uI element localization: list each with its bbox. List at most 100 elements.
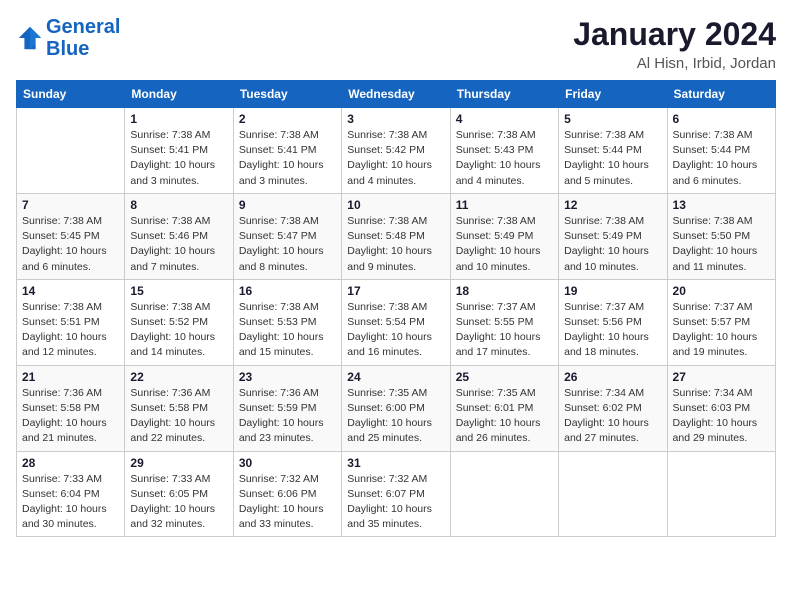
weekday-header-monday: Monday bbox=[125, 81, 233, 108]
calendar-week-row: 1 Sunrise: 7:38 AMSunset: 5:41 PMDaylight… bbox=[17, 108, 776, 194]
day-info: Sunrise: 7:38 AMSunset: 5:46 PMDaylight:… bbox=[130, 214, 227, 275]
day-number: 11 bbox=[456, 198, 553, 212]
day-info: Sunrise: 7:38 AMSunset: 5:52 PMDaylight:… bbox=[130, 300, 227, 361]
calendar-empty-cell bbox=[450, 451, 558, 537]
weekday-header-wednesday: Wednesday bbox=[342, 81, 450, 108]
day-info: Sunrise: 7:38 AMSunset: 5:51 PMDaylight:… bbox=[22, 300, 119, 361]
day-number: 12 bbox=[564, 198, 661, 212]
day-info: Sunrise: 7:38 AMSunset: 5:42 PMDaylight:… bbox=[347, 128, 444, 189]
day-info: Sunrise: 7:38 AMSunset: 5:54 PMDaylight:… bbox=[347, 300, 444, 361]
weekday-header-friday: Friday bbox=[559, 81, 667, 108]
day-number: 31 bbox=[347, 456, 444, 470]
day-info: Sunrise: 7:38 AMSunset: 5:49 PMDaylight:… bbox=[564, 214, 661, 275]
calendar-week-row: 7Sunrise: 7:38 AMSunset: 5:45 PMDaylight… bbox=[17, 193, 776, 279]
calendar-day-5: 5 Sunrise: 7:38 AMSunset: 5:44 PMDaylight… bbox=[559, 108, 667, 194]
day-number: 22 bbox=[130, 370, 227, 384]
weekday-header-saturday: Saturday bbox=[667, 81, 775, 108]
calendar-empty-cell bbox=[667, 451, 775, 537]
calendar-day-23: 23Sunrise: 7:36 AMSunset: 5:59 PMDayligh… bbox=[233, 365, 341, 451]
day-info: Sunrise: 7:38 AMSunset: 5:47 PMDaylight:… bbox=[239, 214, 336, 275]
day-info: Sunrise: 7:38 AMSunset: 5:43 PMDaylight:… bbox=[456, 128, 553, 189]
day-number: 23 bbox=[239, 370, 336, 384]
day-info: Sunrise: 7:33 AMSunset: 6:04 PMDaylight:… bbox=[22, 472, 119, 533]
calendar-day-10: 10Sunrise: 7:38 AMSunset: 5:48 PMDayligh… bbox=[342, 193, 450, 279]
day-info: Sunrise: 7:38 AMSunset: 5:41 PMDaylight:… bbox=[239, 128, 336, 189]
calendar-week-row: 28 Sunrise: 7:33 AMSunset: 6:04 PMDayligh… bbox=[17, 451, 776, 537]
day-info: Sunrise: 7:38 AMSunset: 5:49 PMDaylight:… bbox=[456, 214, 553, 275]
day-number: 1 bbox=[130, 112, 227, 126]
day-number: 18 bbox=[456, 284, 553, 298]
weekday-header-row: SundayMondayTuesdayWednesdayThursdayFrid… bbox=[17, 81, 776, 108]
calendar-table: SundayMondayTuesdayWednesdayThursdayFrid… bbox=[16, 80, 776, 537]
calendar-day-26: 26Sunrise: 7:34 AMSunset: 6:02 PMDayligh… bbox=[559, 365, 667, 451]
calendar-day-18: 18Sunrise: 7:37 AMSunset: 5:55 PMDayligh… bbox=[450, 279, 558, 365]
weekday-header-tuesday: Tuesday bbox=[233, 81, 341, 108]
calendar-day-2: 2Sunrise: 7:38 AMSunset: 5:41 PMDaylight… bbox=[233, 108, 341, 194]
page-header: General Blue January 2024 Al Hisn, Irbid… bbox=[16, 16, 776, 72]
day-info: Sunrise: 7:38 AMSunset: 5:45 PMDaylight:… bbox=[22, 214, 119, 275]
calendar-day-13: 13Sunrise: 7:38 AMSunset: 5:50 PMDayligh… bbox=[667, 193, 775, 279]
day-number: 5 bbox=[564, 112, 661, 126]
calendar-week-row: 14 Sunrise: 7:38 AMSunset: 5:51 PMDayligh… bbox=[17, 279, 776, 365]
calendar-day-15: 15 Sunrise: 7:38 AMSunset: 5:52 PMDayligh… bbox=[125, 279, 233, 365]
logo-text: General Blue bbox=[46, 16, 120, 60]
calendar-day-19: 19 Sunrise: 7:37 AMSunset: 5:56 PMDayligh… bbox=[559, 279, 667, 365]
calendar-day-4: 4 Sunrise: 7:38 AMSunset: 5:43 PMDaylight… bbox=[450, 108, 558, 194]
title-area: January 2024 Al Hisn, Irbid, Jordan bbox=[573, 16, 776, 72]
calendar-day-21: 21 Sunrise: 7:36 AMSunset: 5:58 PMDayligh… bbox=[17, 365, 125, 451]
day-number: 15 bbox=[130, 284, 227, 298]
calendar-day-29: 29Sunrise: 7:33 AMSunset: 6:05 PMDayligh… bbox=[125, 451, 233, 537]
day-number: 28 bbox=[22, 456, 119, 470]
calendar-day-25: 25Sunrise: 7:35 AMSunset: 6:01 PMDayligh… bbox=[450, 365, 558, 451]
calendar-day-27: 27 Sunrise: 7:34 AMSunset: 6:03 PMDayligh… bbox=[667, 365, 775, 451]
weekday-header-sunday: Sunday bbox=[17, 81, 125, 108]
day-number: 14 bbox=[22, 284, 119, 298]
day-number: 25 bbox=[456, 370, 553, 384]
day-number: 17 bbox=[347, 284, 444, 298]
day-info: Sunrise: 7:37 AMSunset: 5:57 PMDaylight:… bbox=[673, 300, 770, 361]
calendar-day-7: 7Sunrise: 7:38 AMSunset: 5:45 PMDaylight… bbox=[17, 193, 125, 279]
day-info: Sunrise: 7:36 AMSunset: 5:58 PMDaylight:… bbox=[130, 386, 227, 447]
day-info: Sunrise: 7:32 AMSunset: 6:06 PMDaylight:… bbox=[239, 472, 336, 533]
calendar-week-row: 21 Sunrise: 7:36 AMSunset: 5:58 PMDayligh… bbox=[17, 365, 776, 451]
day-info: Sunrise: 7:36 AMSunset: 5:58 PMDaylight:… bbox=[22, 386, 119, 447]
day-number: 13 bbox=[673, 198, 770, 212]
day-number: 27 bbox=[673, 370, 770, 384]
day-number: 10 bbox=[347, 198, 444, 212]
weekday-header-thursday: Thursday bbox=[450, 81, 558, 108]
logo-icon bbox=[16, 24, 44, 52]
calendar-empty-cell bbox=[17, 108, 125, 194]
calendar-day-3: 3 Sunrise: 7:38 AMSunset: 5:42 PMDaylight… bbox=[342, 108, 450, 194]
day-info: Sunrise: 7:38 AMSunset: 5:44 PMDaylight:… bbox=[564, 128, 661, 189]
logo-line2: Blue bbox=[46, 38, 89, 60]
day-number: 3 bbox=[347, 112, 444, 126]
calendar-day-17: 17 Sunrise: 7:38 AMSunset: 5:54 PMDayligh… bbox=[342, 279, 450, 365]
day-number: 21 bbox=[22, 370, 119, 384]
day-number: 9 bbox=[239, 198, 336, 212]
day-info: Sunrise: 7:38 AMSunset: 5:41 PMDaylight:… bbox=[130, 128, 227, 189]
day-info: Sunrise: 7:34 AMSunset: 6:03 PMDaylight:… bbox=[673, 386, 770, 447]
day-number: 20 bbox=[673, 284, 770, 298]
calendar-day-20: 20 Sunrise: 7:37 AMSunset: 5:57 PMDayligh… bbox=[667, 279, 775, 365]
calendar-day-30: 30Sunrise: 7:32 AMSunset: 6:06 PMDayligh… bbox=[233, 451, 341, 537]
day-number: 29 bbox=[130, 456, 227, 470]
calendar-day-31: 31Sunrise: 7:32 AMSunset: 6:07 PMDayligh… bbox=[342, 451, 450, 537]
calendar-day-12: 12 Sunrise: 7:38 AMSunset: 5:49 PMDayligh… bbox=[559, 193, 667, 279]
calendar-day-16: 16Sunrise: 7:38 AMSunset: 5:53 PMDayligh… bbox=[233, 279, 341, 365]
day-info: Sunrise: 7:38 AMSunset: 5:44 PMDaylight:… bbox=[673, 128, 770, 189]
day-info: Sunrise: 7:34 AMSunset: 6:02 PMDaylight:… bbox=[564, 386, 661, 447]
calendar-empty-cell bbox=[559, 451, 667, 537]
calendar-day-24: 24Sunrise: 7:35 AMSunset: 6:00 PMDayligh… bbox=[342, 365, 450, 451]
day-number: 16 bbox=[239, 284, 336, 298]
calendar-day-6: 6 Sunrise: 7:38 AMSunset: 5:44 PMDaylight… bbox=[667, 108, 775, 194]
day-number: 6 bbox=[673, 112, 770, 126]
day-number: 19 bbox=[564, 284, 661, 298]
logo-line1: General bbox=[46, 16, 120, 38]
day-number: 4 bbox=[456, 112, 553, 126]
day-info: Sunrise: 7:37 AMSunset: 5:56 PMDaylight:… bbox=[564, 300, 661, 361]
calendar-day-1: 1 Sunrise: 7:38 AMSunset: 5:41 PMDaylight… bbox=[125, 108, 233, 194]
calendar-day-14: 14 Sunrise: 7:38 AMSunset: 5:51 PMDayligh… bbox=[17, 279, 125, 365]
main-title: January 2024 bbox=[573, 16, 776, 53]
calendar-day-9: 9 Sunrise: 7:38 AMSunset: 5:47 PMDaylight… bbox=[233, 193, 341, 279]
calendar-day-8: 8Sunrise: 7:38 AMSunset: 5:46 PMDaylight… bbox=[125, 193, 233, 279]
